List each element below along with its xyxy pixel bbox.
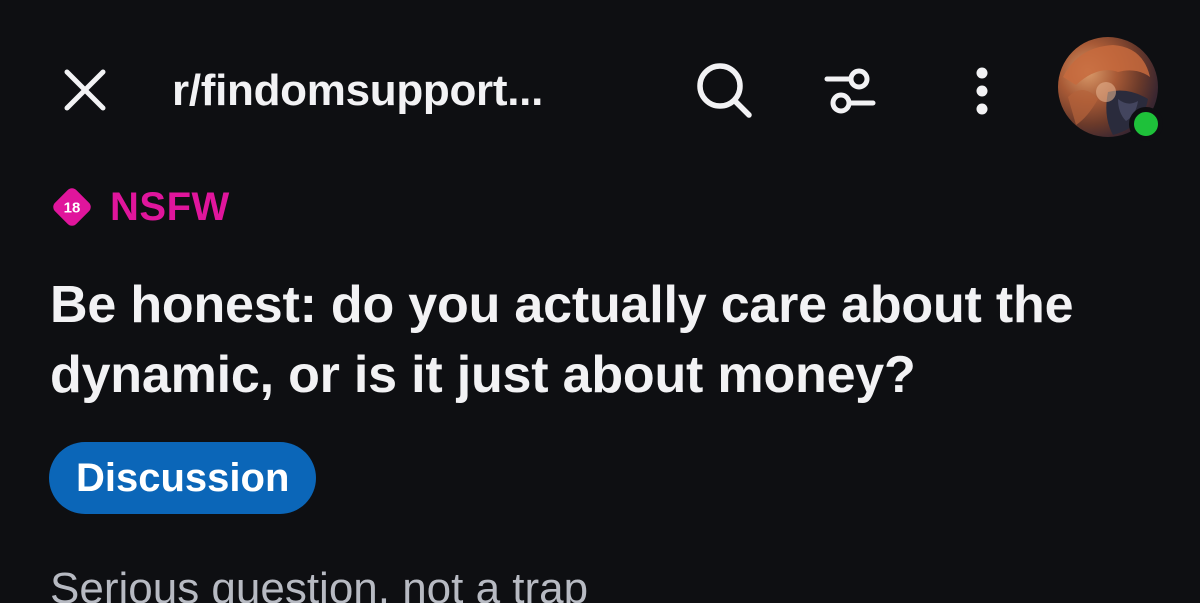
search-button[interactable] [686,52,762,128]
post-flair[interactable]: Discussion [49,442,317,514]
search-icon [697,63,752,118]
nsfw-badge: 18 NSFW [50,182,230,232]
nsfw-age-number: 18 [64,200,81,217]
nsfw-label: NSFW [110,184,230,229]
sort-filter-icon [824,68,876,114]
post-screen: r/findomsupport... 18 NSFW Be honest: do… [0,0,1200,603]
more-options-button[interactable] [950,55,1014,127]
top-app-bar: r/findomsupport... [0,0,1200,175]
post-body-text: Serious question, not a trap [50,564,589,603]
close-icon [64,69,106,111]
sort-filter-button[interactable] [815,55,887,127]
subreddit-name[interactable]: r/findomsupport... [172,64,642,118]
close-button[interactable] [50,55,120,125]
online-status-indicator [1129,107,1163,141]
more-vertical-icon [976,67,988,115]
nsfw-18-icon: 18 [53,188,91,226]
post-title: Be honest: do you actually care about th… [50,276,1074,404]
